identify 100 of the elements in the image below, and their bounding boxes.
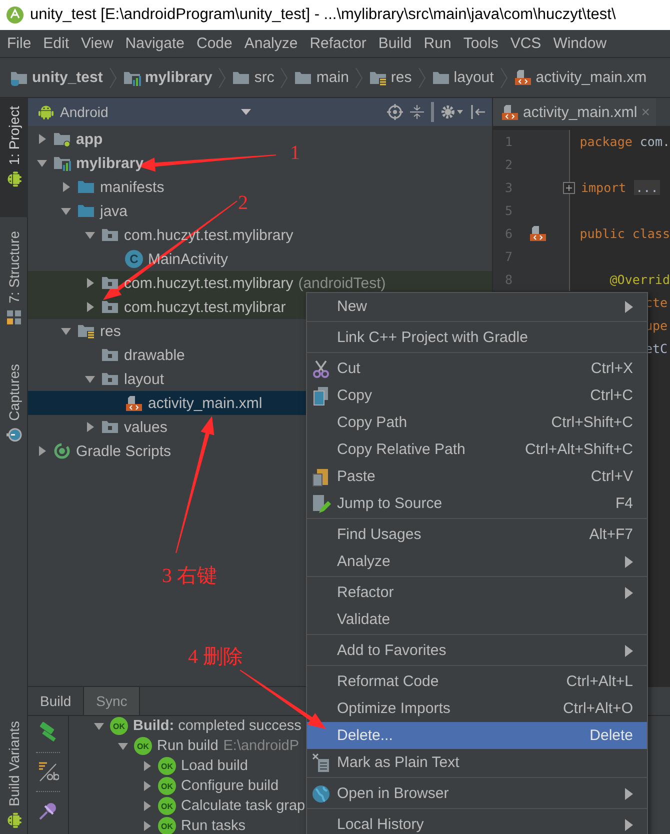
menu-item[interactable]: Code	[190, 35, 238, 52]
resource-folder-icon	[77, 323, 95, 339]
menu-item[interactable]: Delete... Delete	[307, 722, 647, 749]
menu-item[interactable]: Navigate	[119, 35, 190, 52]
gradle-icon	[53, 442, 71, 460]
menu-item[interactable]: Mark as Plain Text	[307, 749, 647, 776]
tree-item[interactable]: app	[28, 127, 103, 151]
annotation-label: 4 删除	[188, 647, 243, 667]
settings-icon	[440, 104, 464, 120]
panel-tab[interactable]: Sync	[84, 687, 140, 715]
breadcrumb[interactable]: res	[368, 69, 412, 86]
folder-icon	[294, 70, 312, 86]
android-icon	[38, 104, 54, 120]
chevron-icon	[354, 66, 363, 88]
code-line: @Overrid	[610, 272, 670, 287]
android-icon	[6, 812, 22, 828]
tree-item[interactable]: layout	[28, 367, 164, 391]
clipboard-icon	[311, 467, 331, 487]
menu-item[interactable]: Run	[418, 35, 458, 52]
scissors-icon	[311, 359, 331, 379]
status-badge: OK	[158, 777, 176, 795]
menu-item[interactable]: Copy Path Ctrl+Shift+C	[307, 409, 647, 436]
view-selector[interactable]: Android	[38, 104, 381, 120]
menu-item[interactable]: Add to Favorites	[307, 637, 647, 664]
menu-item[interactable]: Open in Browser	[307, 780, 647, 807]
status-badge: OK	[158, 817, 176, 834]
menu-item[interactable]: Analyze	[238, 35, 304, 52]
package-folder-icon	[101, 299, 119, 315]
chevron-icon	[280, 66, 288, 88]
tool-window-tab[interactable]: Build Variants	[0, 712, 28, 834]
menu-item[interactable]: Copy Relative Path Ctrl+Alt+Shift+C	[307, 436, 647, 463]
xml-file-icon	[514, 69, 532, 86]
menu-item[interactable]: New	[307, 293, 647, 320]
chevron-icon	[418, 66, 426, 88]
tree-item[interactable]: manifests	[28, 175, 164, 199]
menu-item[interactable]: Build	[372, 35, 418, 52]
collapse-all-icon	[409, 104, 425, 120]
tree-item[interactable]: com.huczyt.test.mylibrar	[28, 295, 286, 319]
build-step: OK Run tasks	[71, 816, 306, 834]
package-folder-icon	[101, 371, 119, 387]
stopwatch-icon	[6, 426, 22, 442]
build-step: OK Configure build	[71, 776, 306, 796]
menu-item[interactable]: Link C++ Project with Gradle	[307, 324, 647, 351]
tool-window-tab[interactable]: 1: Project	[0, 98, 28, 218]
menu-item[interactable]: Paste Ctrl+V	[307, 463, 647, 490]
menu-item[interactable]: Refactor	[304, 35, 372, 52]
folder-icon	[232, 70, 250, 86]
tree-item[interactable]: drawable	[28, 343, 185, 367]
tree-item[interactable]: values	[28, 415, 168, 439]
tree-item[interactable]: res	[28, 319, 121, 343]
status-badge: OK	[110, 717, 128, 735]
breadcrumb[interactable]: src	[232, 69, 274, 86]
menu-item[interactable]: Reformat Code Ctrl+Alt+L	[307, 668, 647, 695]
tool-window-tab[interactable]: 7: Structure	[0, 223, 28, 334]
package-folder-icon	[101, 419, 119, 435]
breadcrumb[interactable]: activity_main.xm	[514, 69, 647, 86]
chevron-icon	[500, 66, 508, 88]
menu-item[interactable]: Refactor	[307, 579, 647, 606]
pin-icon	[37, 800, 59, 822]
window-title: unity_test [E:\androidProgram\unity_test] - ...\mylibrary\src\main\java\com\huczyt\test\	[30, 6, 616, 24]
menu-item[interactable]: Local History	[307, 811, 647, 834]
module-folder-icon	[122, 70, 141, 86]
tree-item[interactable]: Gradle Scripts	[28, 439, 172, 463]
menu-item[interactable]: Edit	[37, 35, 76, 52]
hide-panel-icon	[470, 104, 486, 120]
menu-item[interactable]: View	[75, 35, 120, 52]
menu-item[interactable]: File	[1, 35, 38, 52]
tool-window-tab[interactable]: Captures	[0, 356, 28, 450]
app-logo-icon	[6, 6, 24, 24]
menu-item[interactable]: Tools	[457, 35, 504, 52]
status-badge: OK	[158, 797, 176, 815]
annotation-label: 3 右键	[162, 566, 217, 586]
tree-item[interactable]: mylibrary	[28, 151, 144, 175]
build-step: OK Calculate task grap	[71, 796, 306, 816]
annotation-label: 1	[290, 143, 300, 163]
menu-item[interactable]: Validate	[307, 606, 647, 633]
module-folder-icon	[53, 155, 71, 171]
menu-item[interactable]: Jump to Source F4	[307, 490, 647, 517]
build-step: OK Load build	[71, 756, 306, 776]
breadcrumb[interactable]: main	[294, 69, 349, 86]
breadcrumb[interactable]: mylibrary	[122, 69, 212, 86]
menu-item[interactable]: Analyze	[307, 548, 647, 575]
text-file-icon	[311, 753, 331, 773]
menu-item[interactable]: Find Usages Alt+F7	[307, 521, 647, 548]
menu-item[interactable]: Window	[547, 35, 613, 52]
module-folder-icon	[53, 131, 71, 147]
breadcrumb[interactable]: unity_test	[10, 69, 103, 86]
menu-item[interactable]: VCS	[504, 35, 548, 52]
editor-tab[interactable]: activity_main.xml ×	[493, 98, 656, 126]
code-line: import ...	[581, 180, 660, 195]
annotation-label: 2	[238, 193, 248, 213]
breadcrumb[interactable]: layout	[432, 69, 494, 86]
menu-item[interactable]: Cut Ctrl+X	[307, 355, 647, 382]
crosshair-icon	[387, 104, 403, 120]
globe-icon	[311, 784, 331, 804]
tree-item[interactable]: java	[28, 199, 128, 223]
edit-source-icon	[311, 494, 331, 514]
menu-item[interactable]: Optimize Imports Ctrl+Alt+O	[307, 695, 647, 722]
menu-item[interactable]: Copy Ctrl+C	[307, 382, 647, 409]
chevron-icon	[108, 66, 117, 88]
